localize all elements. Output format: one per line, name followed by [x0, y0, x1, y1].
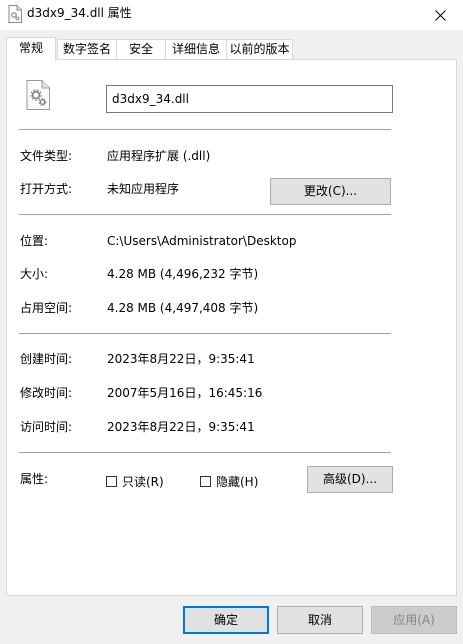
cancel-button[interactable]: 取消 [277, 606, 363, 634]
size-on-disk-value: 4.28 MB (4,497,408 字节) [107, 301, 259, 315]
file-type-value: 应用程序扩展 (.dll) [107, 149, 211, 163]
close-icon [434, 9, 446, 21]
hidden-checkbox[interactable]: 隐藏(H) [200, 473, 258, 490]
hidden-checkbox-box[interactable] [200, 476, 211, 487]
created-value: 2023年8月22日，9:35:41 [107, 352, 255, 366]
window-title: d3dx9_34.dll 属性 [27, 6, 132, 20]
opens-with-label: 打开方式: [20, 182, 73, 196]
dll-file-icon [26, 80, 50, 110]
separator [19, 452, 391, 453]
tab-security[interactable]: 安全 [116, 39, 166, 59]
separator [19, 129, 391, 130]
tab-digital-signatures[interactable]: 数字签名 [57, 39, 117, 59]
created-label: 创建时间: [20, 352, 73, 366]
opens-with-value: 未知应用程序 [107, 182, 180, 196]
ok-button[interactable]: 确定 [183, 606, 269, 634]
attributes-label: 属性: [20, 472, 49, 486]
file-type-label: 文件类型: [20, 149, 73, 163]
change-button[interactable]: 更改(C)... [270, 178, 391, 205]
title-bar: d3dx9_34.dll 属性 [0, 0, 463, 30]
file-name-input[interactable]: d3dx9_34.dll [106, 85, 393, 113]
close-button[interactable] [417, 0, 463, 30]
general-tab-panel: d3dx9_34.dll 文件类型: 应用程序扩展 (.dll) 打开方式: 未… [6, 59, 457, 596]
advanced-button[interactable]: 高级(D)... [307, 466, 393, 493]
tab-previous-versions[interactable]: 以前的版本 [226, 39, 293, 59]
tab-general[interactable]: 常规 [6, 37, 56, 61]
readonly-checkbox[interactable]: 只读(R) [106, 473, 164, 490]
readonly-checkbox-box[interactable] [106, 476, 117, 487]
location-value: C:\Users\Administrator\Desktop [107, 234, 297, 248]
tab-details[interactable]: 详细信息 [165, 39, 227, 59]
size-label: 大小: [20, 267, 49, 281]
apply-button[interactable]: 应用(A) [371, 606, 457, 634]
accessed-label: 访问时间: [20, 420, 73, 434]
accessed-value: 2023年8月22日，9:35:41 [107, 420, 255, 434]
size-on-disk-label: 占用空间: [20, 301, 73, 315]
location-label: 位置: [20, 234, 49, 248]
properties-window: d3dx9_34.dll 属性 常规 数字签名 安全 详细信息 以前的版本 d3… [0, 0, 463, 644]
modified-label: 修改时间: [20, 386, 73, 400]
file-icon [8, 5, 22, 23]
tab-strip: 常规 数字签名 安全 详细信息 以前的版本 [6, 37, 456, 61]
separator [19, 333, 391, 334]
separator [19, 214, 391, 215]
size-value: 4.28 MB (4,496,232 字节) [107, 267, 259, 281]
modified-value: 2007年5月16日，16:45:16 [107, 386, 263, 400]
hidden-checkbox-label: 隐藏(H) [216, 475, 259, 489]
readonly-checkbox-label: 只读(R) [122, 475, 164, 489]
